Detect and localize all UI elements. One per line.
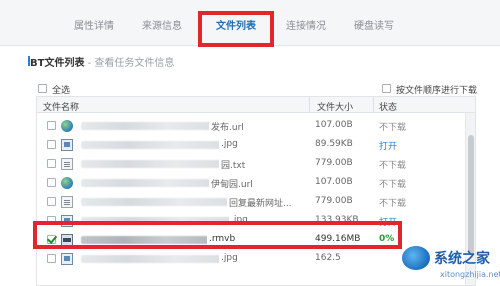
file-name: 园.txt [81, 158, 305, 171]
section-title: BT文件列表 - 查看任务文件信息 [30, 54, 174, 69]
table-header: 文件名称 文件大小 状态 [37, 97, 475, 113]
file-name: 发布.url [81, 120, 305, 133]
image-file-icon [61, 253, 73, 265]
row-checkbox[interactable] [47, 254, 56, 263]
row-checkbox[interactable] [47, 178, 56, 187]
file-status[interactable]: 不下载 [379, 158, 406, 171]
section-title-text: BT文件列表 [30, 58, 85, 69]
selected-row-highlight [33, 221, 402, 249]
file-size: 107.00B [315, 177, 353, 187]
column-header-filename[interactable]: 文件名称 [43, 100, 79, 113]
file-name: .jpg [81, 253, 305, 265]
row-checkbox[interactable] [47, 159, 56, 168]
table-row[interactable]: 伊甸园.url 107.00B 不下载 [37, 174, 465, 192]
image-file-icon [61, 139, 73, 151]
file-size: 107.00B [315, 120, 353, 130]
select-all-label: 全选 [52, 86, 71, 96]
redacted-name [81, 198, 229, 206]
section-subtitle: - 查看任务文件信息 [84, 58, 175, 69]
column-divider [373, 97, 374, 113]
file-suffix: 园.txt [219, 158, 246, 171]
file-size: 779.00B [315, 196, 353, 206]
file-size: 89.59KB [315, 139, 353, 149]
file-status[interactable]: 不下载 [379, 120, 406, 133]
text-file-icon [61, 196, 73, 208]
redacted-name [81, 160, 221, 168]
globe-icon [61, 120, 73, 132]
watermark-url: xitongzhijia.net [440, 270, 500, 279]
table-row[interactable]: 发布.url 107.00B 不下载 [37, 117, 465, 135]
scrollbar-thumb[interactable] [468, 135, 474, 255]
text-file-icon [61, 158, 73, 170]
row-checkbox[interactable] [47, 140, 56, 149]
file-suffix: 伊甸园.url [209, 177, 253, 190]
select-all-checkbox[interactable] [38, 84, 47, 93]
file-suffix: 发布.url [209, 120, 244, 133]
column-header-status[interactable]: 状态 [379, 100, 397, 113]
tab-connections[interactable]: 连接情况 [276, 16, 336, 42]
row-checkbox[interactable] [47, 121, 56, 130]
watermark: 系统之家 xitongzhijia.net [400, 242, 500, 286]
file-status[interactable]: 不下载 [379, 177, 406, 190]
file-size: 162.5 [315, 253, 341, 263]
globe-icon [61, 177, 73, 189]
file-suffix: .jpg [219, 139, 238, 149]
file-name: 回复最新网址... [81, 196, 305, 209]
redacted-name [81, 255, 221, 263]
file-size: 779.00B [315, 158, 353, 168]
file-suffix: 回复最新网址... [227, 196, 292, 209]
column-header-size[interactable]: 文件大小 [317, 100, 353, 113]
watermark-logo-icon [402, 246, 430, 270]
active-tab-highlight [198, 11, 274, 47]
tab-source-info[interactable]: 来源信息 [132, 16, 192, 42]
redacted-name [81, 141, 221, 149]
watermark-brand: 系统之家 [434, 251, 490, 267]
file-status[interactable]: 不下载 [379, 196, 406, 209]
table-row[interactable]: .jpg 89.59KB 打开 [37, 136, 465, 154]
open-link[interactable]: 打开 [379, 139, 397, 152]
sequential-download-checkbox[interactable] [382, 84, 391, 93]
tab-properties[interactable]: 属性详情 [64, 16, 124, 42]
table-row[interactable]: 园.txt 779.00B 不下载 [37, 155, 465, 173]
table-row[interactable]: 回复最新网址... 779.00B 不下载 [37, 193, 465, 211]
sequential-download-label: 按文件顺序进行下载 [396, 86, 478, 96]
tab-bar: 属性详情 来源信息 文件列表 连接情况 硬盘读写 [0, 0, 500, 47]
file-name: .jpg [81, 139, 305, 151]
redacted-name [81, 179, 211, 187]
file-name: 伊甸园.url [81, 177, 305, 190]
redacted-name [81, 122, 211, 130]
tab-disk-io[interactable]: 硬盘读写 [344, 16, 404, 42]
file-suffix: .jpg [219, 253, 238, 263]
column-divider [309, 97, 310, 113]
row-checkbox[interactable] [47, 197, 56, 206]
